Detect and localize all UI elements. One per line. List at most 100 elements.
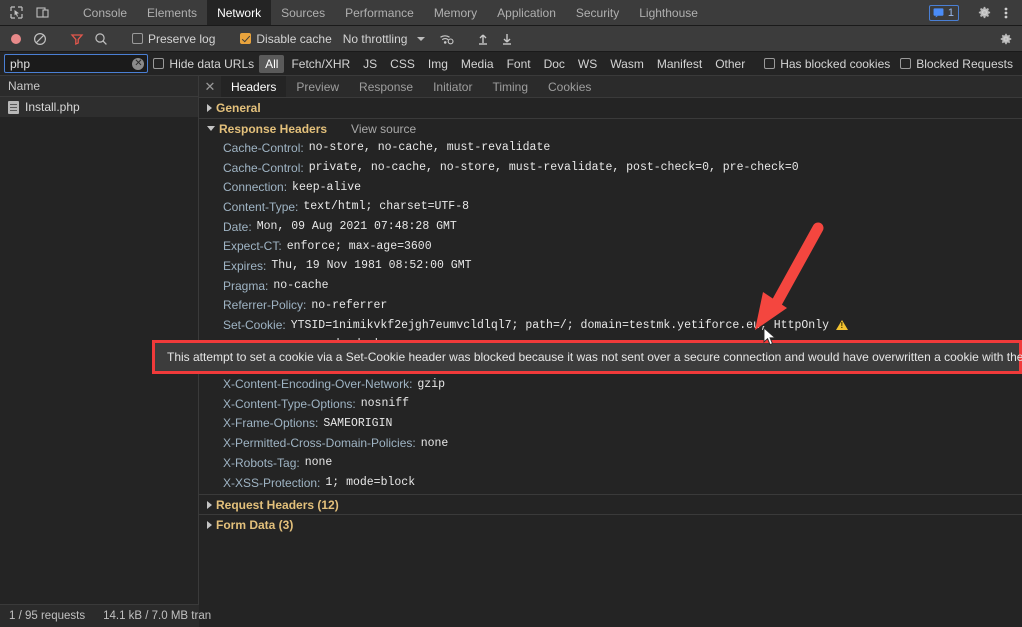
section-response-headers[interactable]: Response Headers View source (199, 118, 1022, 138)
network-toolbar: Preserve log Disable cache No throttling (0, 26, 1022, 52)
response-header-row: X-Permitted-Cross-Domain-Policies:none (199, 433, 1022, 453)
status-strip: 1 / 95 requests 14.1 kB / 7.0 MB tran (0, 604, 1022, 627)
tab-performance[interactable]: Performance (335, 0, 424, 25)
response-header-row: X-Frame-Options:SAMEORIGIN (199, 414, 1022, 434)
header-name: X-Robots-Tag: (223, 456, 300, 470)
devtools-right-icons: 1 (929, 0, 1022, 25)
header-value: gzip (417, 378, 445, 391)
header-value: private, no-cache, no-store, must-revali… (309, 161, 799, 174)
filter-input[interactable] (5, 55, 147, 72)
header-value: enforce; max-age=3600 (287, 240, 432, 253)
preserve-log-checkbox[interactable]: Preserve log (127, 32, 220, 46)
section-response-headers-label: Response Headers (219, 122, 327, 136)
record-button[interactable] (5, 29, 27, 49)
message-count: 1 (948, 7, 954, 19)
has-blocked-cookies-box (764, 58, 775, 69)
blocked-requests-checkbox[interactable]: Blocked Requests (895, 57, 1018, 71)
filter-type-all[interactable]: All (259, 55, 284, 73)
network-settings-gear-icon[interactable] (995, 29, 1017, 49)
throttling-select[interactable]: No throttling (339, 32, 408, 46)
view-source-link[interactable]: View source (351, 122, 416, 136)
detail-tab-timing[interactable]: Timing (482, 76, 538, 97)
filter-type-media[interactable]: Media (455, 55, 500, 73)
response-headers-list: Cache-Control:no-store, no-cache, must-r… (199, 138, 1022, 494)
filter-input-wrapper[interactable]: ✕ (4, 54, 148, 73)
blocked-cookie-warning-icon[interactable] (836, 320, 848, 330)
disable-cache-checkbox[interactable]: Disable cache (235, 32, 336, 46)
disable-cache-label: Disable cache (256, 32, 331, 46)
response-header-row: Expect-CT:enforce; max-age=3600 (199, 236, 1022, 256)
filter-type-img[interactable]: Img (422, 55, 454, 73)
close-detail-icon[interactable]: ✕ (199, 76, 221, 97)
filter-type-fetch-xhr[interactable]: Fetch/XHR (285, 55, 356, 73)
filter-type-doc[interactable]: Doc (538, 55, 571, 73)
tab-sources[interactable]: Sources (271, 0, 335, 25)
import-har-icon[interactable] (472, 29, 494, 49)
filter-icon[interactable] (66, 29, 88, 49)
tab-memory[interactable]: Memory (424, 0, 487, 25)
detail-tab-initiator[interactable]: Initiator (423, 76, 482, 97)
detail-tab-preview[interactable]: Preview (286, 76, 349, 97)
header-value: no-cache (273, 279, 328, 292)
header-name: Set-Cookie: (223, 318, 286, 332)
tab-console[interactable]: Console (73, 0, 137, 25)
gear-icon[interactable] (974, 3, 994, 23)
filter-type-font[interactable]: Font (501, 55, 537, 73)
detail-tab-headers[interactable]: Headers (221, 76, 286, 97)
filter-type-other[interactable]: Other (709, 55, 751, 73)
inspect-element-icon[interactable] (6, 3, 26, 23)
tab-lighthouse[interactable]: Lighthouse (629, 0, 708, 25)
header-name: X-XSS-Protection: (223, 476, 320, 490)
tab-security[interactable]: Security (566, 0, 629, 25)
tab-application[interactable]: Application (487, 0, 566, 25)
response-header-row: X-Robots-Tag: none (199, 453, 1022, 473)
section-form-data[interactable]: Form Data (3) (199, 514, 1022, 534)
request-count: 1 / 95 requests (0, 610, 94, 622)
blocked-requests-label: Blocked Requests (916, 57, 1013, 71)
tab-network[interactable]: Network (207, 0, 271, 25)
section-general[interactable]: General (199, 98, 1022, 118)
transferred-size: 14.1 kB / 7.0 MB tran (94, 610, 220, 622)
response-header-row: Content-Type:text/html; charset=UTF-8 (199, 197, 1022, 217)
network-filter-bar: ✕ Hide data URLs AllFetch/XHRJSCSSImgMed… (0, 52, 1022, 76)
clear-filter-icon[interactable]: ✕ (132, 58, 144, 70)
filter-type-ws[interactable]: WS (572, 55, 603, 73)
has-blocked-cookies-checkbox[interactable]: Has blocked cookies (759, 57, 895, 71)
detail-tab-bar: ✕ HeadersPreviewResponseInitiatorTimingC… (199, 76, 1022, 98)
response-header-row: Connection:keep-alive (199, 177, 1022, 197)
export-har-icon[interactable] (496, 29, 518, 49)
section-request-headers[interactable]: Request Headers (12) (199, 494, 1022, 514)
message-count-badge[interactable]: 1 (929, 5, 959, 21)
filter-type-css[interactable]: CSS (384, 55, 421, 73)
header-value: 1; mode=block (325, 476, 415, 489)
hide-data-urls-checkbox[interactable]: Hide data URLs (148, 57, 259, 71)
header-value: no-referrer (311, 299, 387, 312)
detail-tab-response[interactable]: Response (349, 76, 423, 97)
tab-elements[interactable]: Elements (137, 0, 207, 25)
disable-cache-box (240, 33, 251, 44)
filter-type-manifest[interactable]: Manifest (651, 55, 708, 73)
header-name: Date: (223, 220, 252, 234)
header-name: X-Content-Encoding-Over-Network: (223, 377, 412, 391)
header-name: Referrer-Policy: (223, 298, 306, 312)
response-header-row: X-Content-Encoding-Over-Network: gzip (199, 374, 1022, 394)
header-name: Expires: (223, 259, 266, 273)
response-header-row: Cache-Control:private, no-cache, no-stor… (199, 158, 1022, 178)
header-value: none (305, 456, 333, 469)
request-list-header: Name (0, 76, 198, 97)
header-value: SAMEORIGIN (323, 417, 392, 430)
detail-tab-cookies[interactable]: Cookies (538, 76, 601, 97)
more-options-icon[interactable] (996, 3, 1016, 23)
document-icon (8, 101, 19, 114)
chevron-down-icon[interactable] (417, 37, 425, 41)
filter-type-wasm[interactable]: Wasm (604, 55, 650, 73)
header-value: nosniff (361, 397, 409, 410)
device-toolbar-icon[interactable] (32, 3, 52, 23)
filter-type-js[interactable]: JS (357, 55, 383, 73)
preserve-log-box (132, 33, 143, 44)
request-row[interactable]: Install.php (0, 97, 198, 117)
network-conditions-icon[interactable] (435, 29, 457, 49)
clear-button[interactable] (29, 29, 51, 49)
message-icon (933, 7, 944, 18)
search-icon[interactable] (90, 29, 112, 49)
